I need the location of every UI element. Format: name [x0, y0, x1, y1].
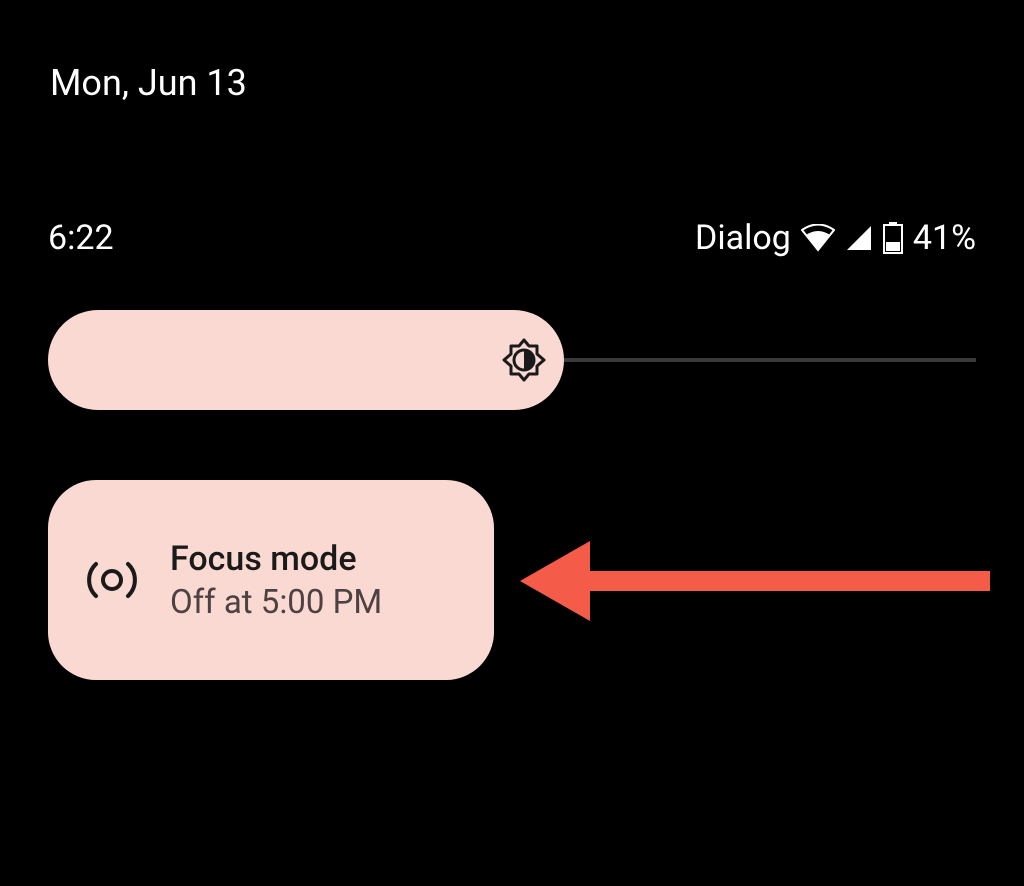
focus-mode-text: Focus mode Off at 5:00 PM: [170, 539, 382, 622]
status-carrier: Dialog: [695, 218, 791, 258]
date-header: Mon, Jun 13: [50, 62, 247, 104]
battery-percentage: 41%: [913, 218, 976, 258]
focus-mode-subtitle: Off at 5:00 PM: [170, 583, 382, 622]
wifi-icon: [801, 224, 835, 252]
brightness-icon: [498, 334, 550, 386]
focus-mode-title: Focus mode: [170, 539, 382, 579]
brightness-slider-fill: [48, 310, 564, 410]
status-bar: 6:22 Dialog 41%: [48, 218, 976, 258]
status-right: Dialog 41%: [695, 218, 976, 258]
battery-icon: [883, 222, 903, 254]
focus-mode-icon: [84, 552, 140, 608]
annotation-arrow-icon: [520, 536, 990, 626]
focus-mode-tile[interactable]: Focus mode Off at 5:00 PM: [48, 480, 494, 680]
status-time: 6:22: [48, 218, 114, 258]
brightness-slider[interactable]: [48, 310, 976, 410]
cellular-signal-icon: [845, 224, 873, 252]
